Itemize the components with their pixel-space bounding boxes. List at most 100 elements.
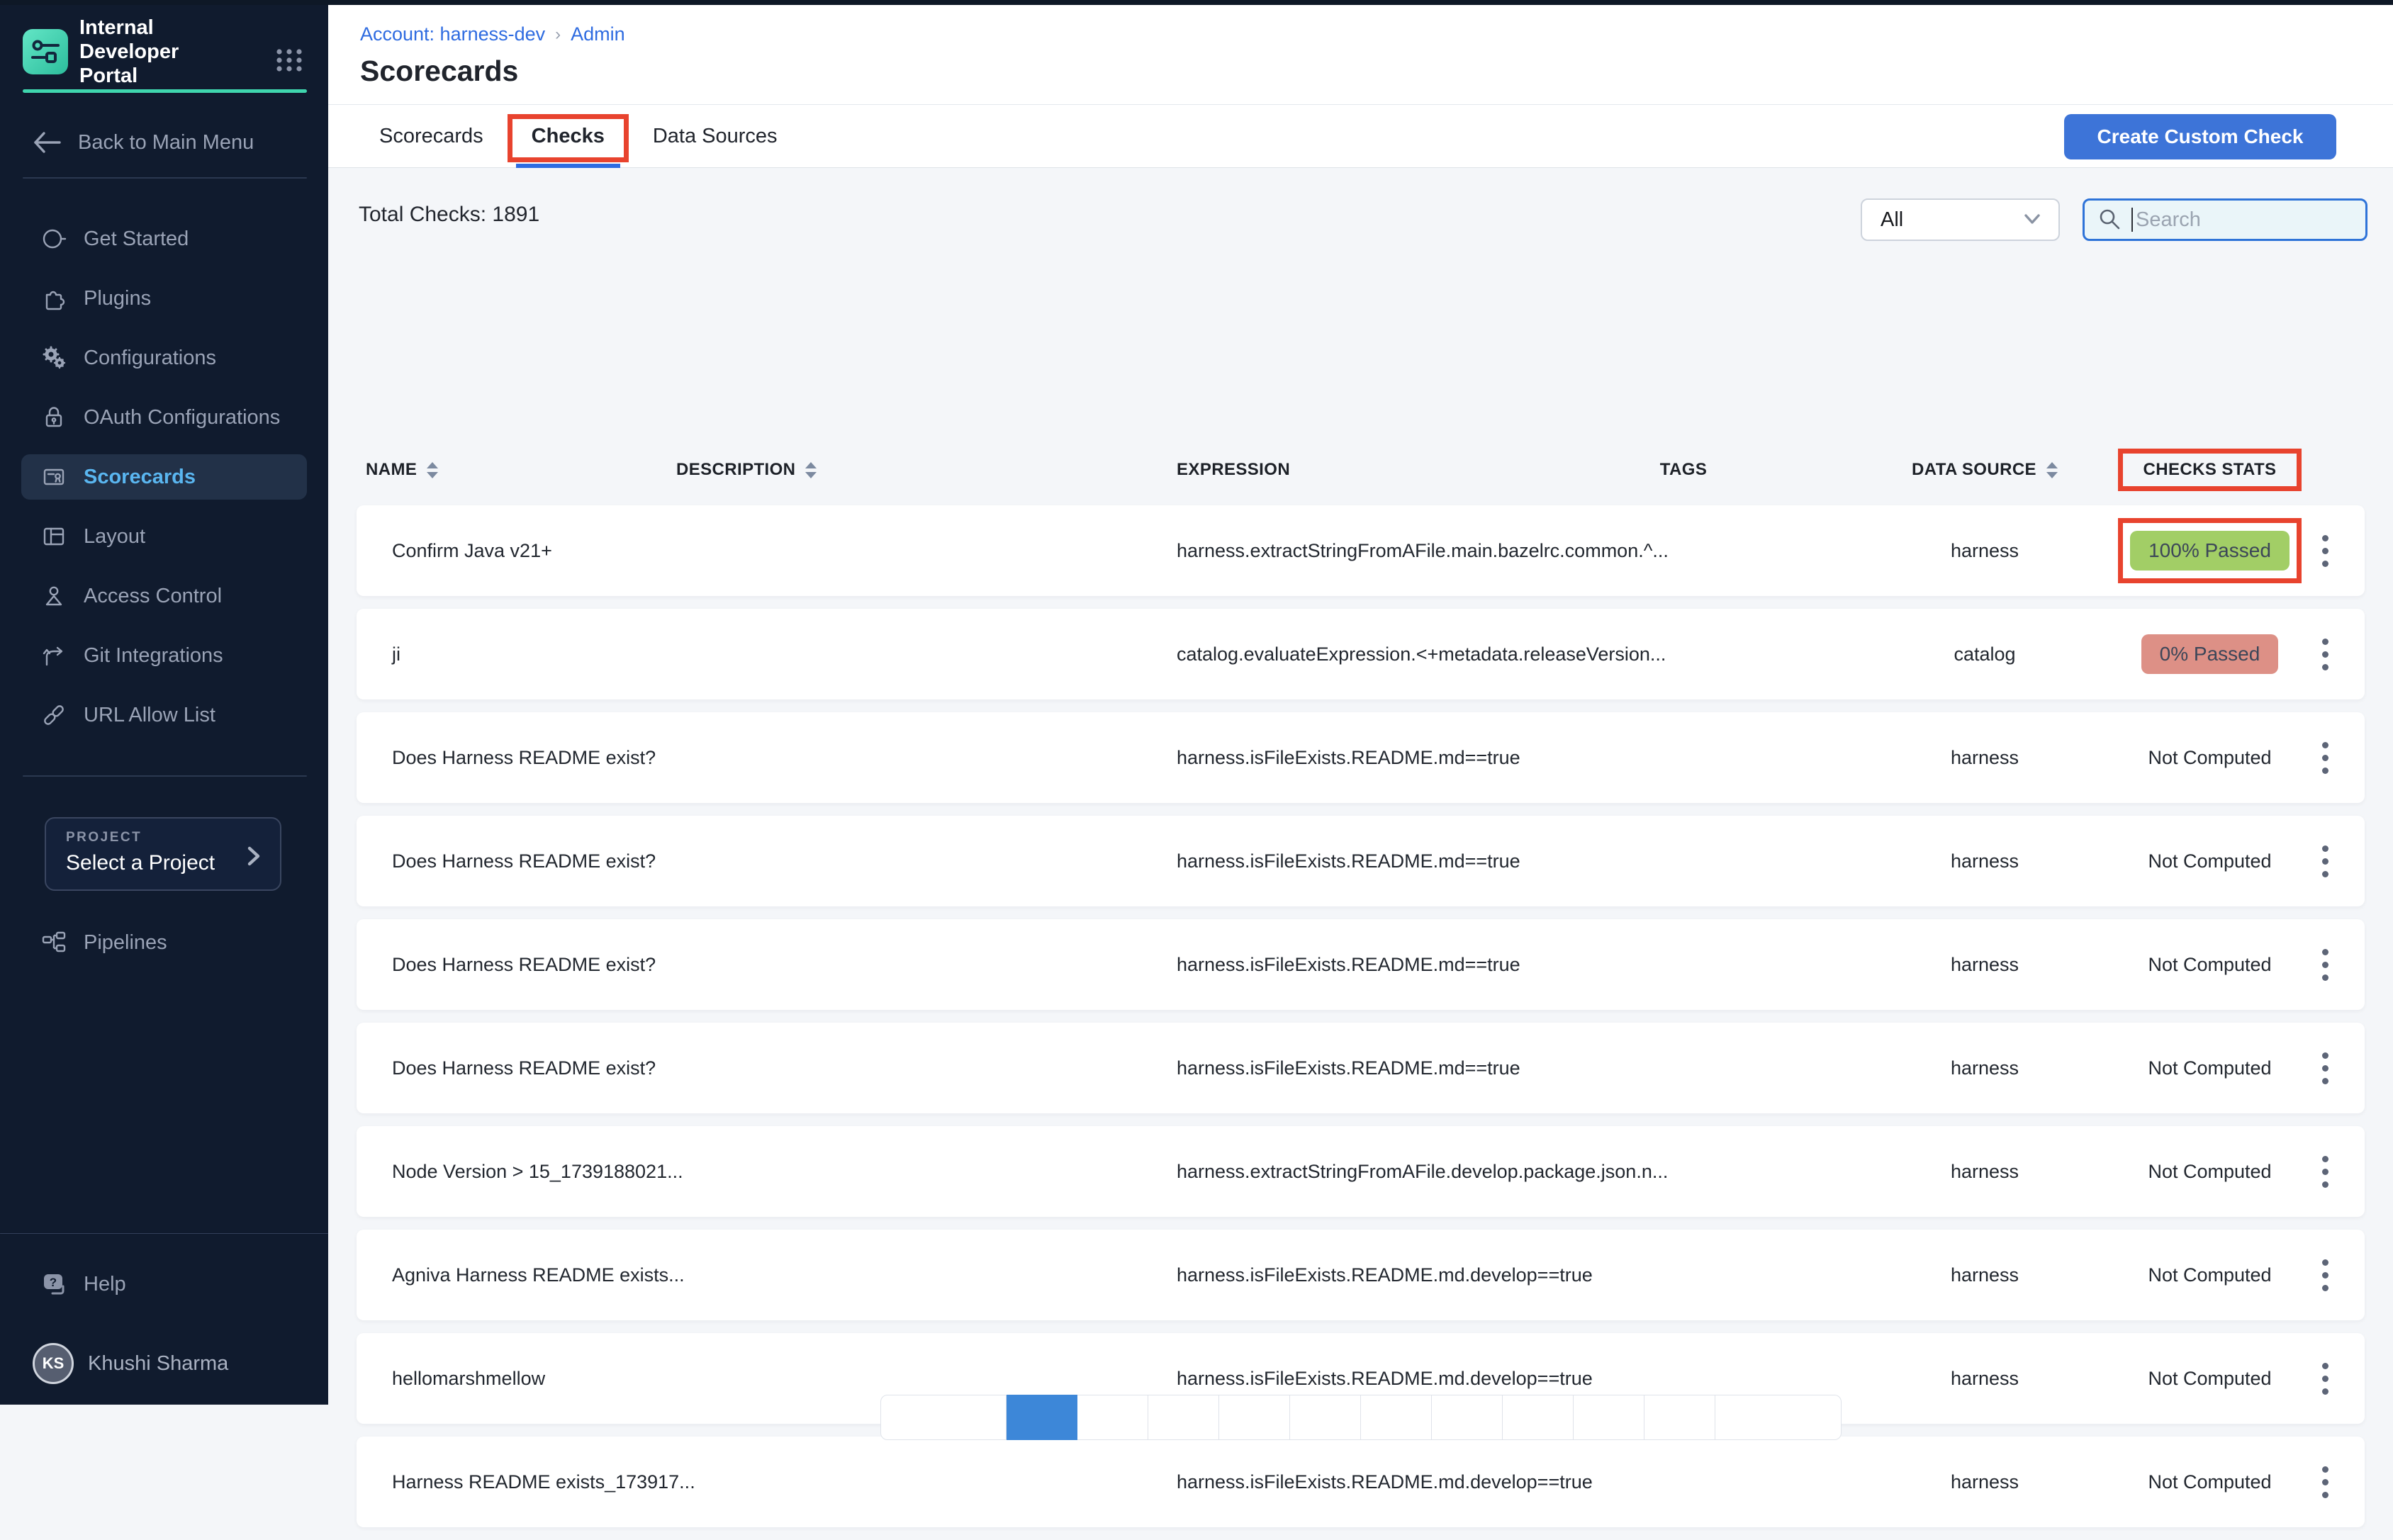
pagination-button[interactable] [1715, 1395, 1842, 1440]
check-name: Does Harness README exist? [357, 850, 661, 872]
project-label: PROJECT [66, 830, 266, 845]
check-data-source: harness [1836, 1161, 2134, 1183]
teal-accent-rule [23, 89, 307, 93]
sidebar-item-url-allow-list[interactable]: URL Allow List [21, 692, 307, 738]
back-to-main-menu[interactable]: Back to Main Menu [33, 130, 254, 154]
sidebar-item-layout[interactable]: Layout [21, 514, 307, 559]
sidebar-item-access-control[interactable]: Access Control [21, 573, 307, 619]
column-header-name[interactable]: NAME [357, 460, 661, 480]
tab-checks[interactable]: Checks [525, 104, 612, 168]
sidebar-item-label: URL Allow List [84, 704, 215, 727]
back-arrow-icon [33, 130, 62, 154]
oauth-icon [40, 403, 68, 432]
help-label: Help [84, 1273, 126, 1296]
sort-icon[interactable] [2046, 462, 2058, 478]
check-expression: harness.isFileExists.README.md==true [1177, 1057, 1531, 1079]
pagination-button[interactable] [880, 1395, 1007, 1440]
row-menu-button[interactable] [2304, 626, 2346, 682]
sidebar-item-configurations[interactable]: Configurations [21, 335, 307, 381]
check-stats-cell: 100% Passed [2134, 531, 2286, 571]
row-menu-button[interactable] [2304, 1143, 2346, 1200]
sidebar-item-get-started[interactable]: Get Started [21, 216, 307, 262]
help-button[interactable]: ? Help [40, 1263, 126, 1305]
check-name: Does Harness README exist? [357, 747, 661, 769]
sort-icon[interactable] [427, 462, 438, 478]
pagination-button[interactable] [1432, 1395, 1503, 1440]
row-actions-cell [2286, 936, 2364, 993]
sidebar-item-label: Layout [84, 525, 145, 549]
column-header-checks-stats: CHECKS STATS [2134, 460, 2286, 480]
breadcrumb-admin-link[interactable]: Admin [571, 23, 625, 45]
tab-label: Checks [532, 125, 605, 148]
checks-filter-select[interactable]: All [1861, 198, 2060, 241]
create-custom-check-button[interactable]: Create Custom Check [2064, 114, 2336, 159]
search-input[interactable] [2133, 208, 2353, 232]
page-title: Scorecards [360, 55, 518, 88]
tab-data-sources[interactable]: Data Sources [646, 104, 785, 168]
scorecards-icon [40, 463, 68, 491]
row-menu-button[interactable] [2304, 833, 2346, 889]
check-name: Does Harness README exist? [357, 1057, 661, 1079]
pagination-button[interactable] [1503, 1395, 1574, 1440]
sidebar-item-label: Scorecards [84, 466, 196, 489]
table-header: NAMEDESCRIPTIONEXPRESSION TAGS DATA SOURCE… [357, 447, 2365, 493]
pagination-button[interactable] [1290, 1395, 1361, 1440]
pagination-button[interactable] [1077, 1395, 1148, 1440]
check-name: hellomarshmellow [357, 1368, 661, 1390]
row-menu-button[interactable] [2304, 729, 2346, 786]
check-stats-cell: Not Computed [2134, 1471, 2286, 1493]
pagination-button[interactable] [1574, 1395, 1644, 1440]
apps-grid-icon[interactable] [273, 44, 306, 77]
git-integrations-icon [40, 641, 68, 670]
sidebar-item-pipelines[interactable]: Pipelines [40, 920, 167, 965]
column-header-data-source[interactable]: DATA SOURCE [1836, 460, 2134, 480]
pagination-button[interactable] [1644, 1395, 1715, 1440]
row-menu-button[interactable] [2304, 1454, 2346, 1510]
search-box [2083, 198, 2367, 241]
breadcrumb-account-link[interactable]: Account: harness-dev [360, 23, 545, 45]
app-title: Internal Developer Portal [79, 16, 241, 88]
row-actions-cell [2286, 1350, 2364, 1407]
column-header-description[interactable]: DESCRIPTION [661, 460, 1177, 480]
sidebar-item-git-integrations[interactable]: Git Integrations [21, 633, 307, 678]
row-menu-button[interactable] [2304, 1247, 2346, 1303]
check-data-source: harness [1836, 1368, 2134, 1390]
filter-selected-value: All [1881, 208, 2022, 232]
row-menu-button[interactable] [2304, 522, 2346, 579]
check-name: Harness README exists_173917... [357, 1471, 661, 1493]
table-row: Does Harness README exist? harness.isFile… [357, 1023, 2365, 1113]
breadcrumb-separator-icon: › [555, 25, 561, 45]
check-expression: harness.isFileExists.README.md.develop==… [1177, 1368, 1531, 1390]
pagination-button[interactable] [1219, 1395, 1290, 1440]
sort-icon[interactable] [805, 462, 817, 478]
column-header-label: TAGS [1660, 460, 1708, 480]
table-row: Does Harness README exist?harness.isFile… [357, 919, 2365, 1010]
chevron-right-icon [243, 844, 264, 868]
sidebar-item-oauth-configurations[interactable]: OAuth Configurations [21, 395, 307, 440]
window-top-strip [0, 0, 2393, 5]
row-menu-button[interactable] [2304, 936, 2346, 993]
row-actions-cell [2286, 522, 2364, 579]
sidebar-item-scorecards[interactable]: Scorecards [21, 454, 307, 500]
project-selector[interactable]: PROJECT Select a Project [45, 817, 281, 891]
row-actions-cell [2286, 1247, 2364, 1303]
pagination-button[interactable] [1361, 1395, 1432, 1440]
access-control-icon [40, 582, 68, 610]
table-row: Node Version > 15_1739188021...harness.e… [357, 1126, 2365, 1217]
tab-scorecards[interactable]: Scorecards [372, 104, 491, 168]
row-menu-button[interactable] [2304, 1040, 2346, 1096]
check-stats-cell: Not Computed [2134, 1161, 2286, 1183]
user-menu[interactable]: KS Khushi Sharma [33, 1342, 228, 1385]
sidebar-nav: Get Started Plugins Configurations OAuth Co… [0, 216, 328, 752]
check-stats-cell: Not Computed [2134, 747, 2286, 769]
check-name: Confirm Java v21+ [357, 540, 661, 562]
stats-not-computed: Not Computed [2148, 850, 2271, 872]
check-data-source: harness [1836, 954, 2134, 976]
sidebar-item-plugins[interactable]: Plugins [21, 276, 307, 321]
sidebar-divider [0, 1233, 328, 1234]
stats-not-computed: Not Computed [2148, 954, 2271, 976]
row-menu-button[interactable] [2304, 1350, 2346, 1407]
pagination-button[interactable] [1148, 1395, 1219, 1440]
column-header-expression: EXPRESSION [1177, 460, 1531, 480]
pagination-active-page[interactable] [1007, 1395, 1077, 1440]
